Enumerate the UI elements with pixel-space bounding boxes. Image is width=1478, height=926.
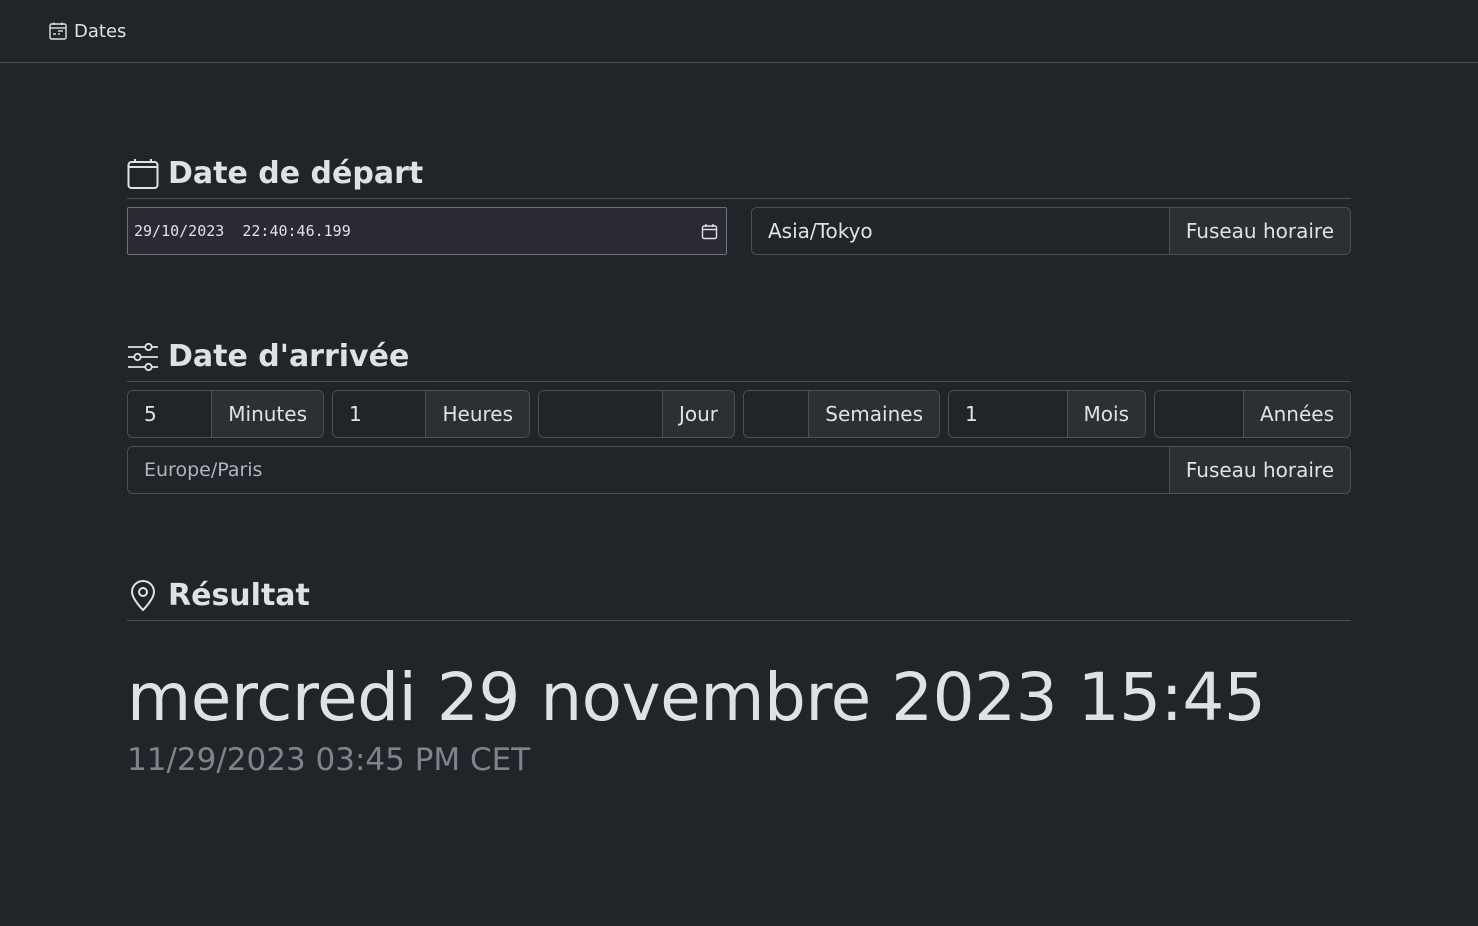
weeks-input[interactable] <box>744 391 809 437</box>
years-input[interactable] <box>1155 391 1243 437</box>
result-long-date: mercredi 29 novembre 2023 15:45 <box>127 659 1266 736</box>
arrival-timezone-group: Europe/Paris Fuseau horaire <box>127 446 1351 494</box>
result-section: Résultat mercredi 29 novembre 2023 15:45… <box>127 577 1351 778</box>
duration-weeks-group: Semaines <box>743 390 940 438</box>
departure-timezone-input[interactable]: Asia/Tokyo <box>752 208 1169 254</box>
result-title: Résultat <box>168 578 310 613</box>
departure-timezone-group: Asia/Tokyo Fuseau horaire <box>751 207 1351 255</box>
months-label: Mois <box>1066 391 1145 437</box>
minutes-input[interactable]: 5 <box>128 391 212 437</box>
sliders-icon <box>128 342 158 371</box>
duration-inputs: 5 Minutes 1 Heures Jour Semaines 1 Mois … <box>127 390 1351 438</box>
hours-input[interactable]: 1 <box>333 391 426 437</box>
result-short-date: 11/29/2023 03:45 PM CET <box>127 742 531 778</box>
days-label: Jour <box>661 391 734 437</box>
departure-section: Date de départ 29/10/2023 22:40:46.199 A… <box>127 155 1351 255</box>
departure-datetime-value: 29/10/2023 22:40:46.199 <box>134 222 351 240</box>
departure-timezone-label: Fuseau horaire <box>1168 208 1350 254</box>
arrival-heading: Date d'arrivée <box>127 338 1351 382</box>
years-label: Années <box>1242 391 1350 437</box>
arrival-section: Date d'arrivée 5 Minutes 1 Heures Jour S… <box>127 338 1351 494</box>
arrival-title: Date d'arrivée <box>168 339 410 374</box>
duration-years-group: Années <box>1154 390 1351 438</box>
duration-minutes-group: 5 Minutes <box>127 390 324 438</box>
navbar: Dates <box>0 0 1478 63</box>
duration-months-group: 1 Mois <box>948 390 1146 438</box>
departure-title: Date de départ <box>168 156 424 191</box>
result-heading: Résultat <box>127 577 1351 621</box>
days-input[interactable] <box>539 391 662 437</box>
minutes-label: Minutes <box>211 391 323 437</box>
calendar-icon <box>127 158 159 189</box>
duration-hours-group: 1 Heures <box>332 390 530 438</box>
departure-datetime-input[interactable]: 29/10/2023 22:40:46.199 <box>127 207 727 255</box>
hours-label: Heures <box>425 391 529 437</box>
arrival-timezone-label: Fuseau horaire <box>1168 447 1350 493</box>
brand-link[interactable]: Dates <box>48 21 126 42</box>
weeks-label: Semaines <box>808 391 939 437</box>
calendar-week-icon <box>49 22 67 40</box>
months-input[interactable]: 1 <box>949 391 1067 437</box>
brand-label: Dates <box>74 20 127 42</box>
arrival-timezone-input[interactable]: Europe/Paris <box>128 447 1169 493</box>
departure-heading: Date de départ <box>127 155 1351 199</box>
geo-pin-icon <box>130 579 156 611</box>
calendar-picker-icon[interactable] <box>701 223 718 240</box>
duration-days-group: Jour <box>538 390 735 438</box>
